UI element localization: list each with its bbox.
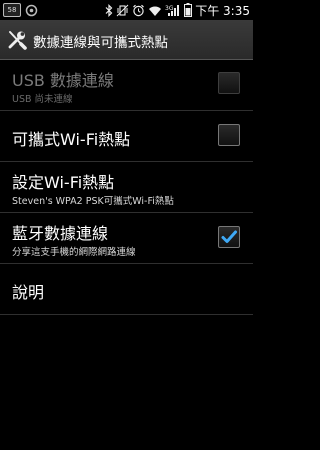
network-3g-icon: 3G (165, 4, 181, 17)
usb-tethering-checkbox (218, 72, 240, 94)
bluetooth-tethering-checkbox[interactable] (218, 226, 240, 248)
status-time: 下午 3:35 (195, 3, 250, 18)
battery-icon (184, 3, 193, 17)
usb-tethering-subtitle: USB 尚未連線 (12, 94, 73, 105)
list-item-bluetooth-tethering[interactable]: 藍牙數據連線 分享這支手機的網際網路連線 (0, 213, 253, 264)
list-item-hotspot-settings[interactable]: 設定Wi-Fi熱點 Steven's WPA2 PSK可攜式Wi-Fi熱點 (0, 162, 253, 213)
vibrate-icon (116, 4, 129, 17)
bluetooth-tethering-subtitle: 分享這支手機的網際網路連線 (12, 247, 136, 258)
sync-icon (25, 4, 38, 17)
page-title: 數據連線與可攜式熱點 (33, 35, 168, 51)
help-title: 說明 (12, 283, 45, 302)
title-bar: 數據連線與可攜式熱點 (0, 20, 253, 60)
hotspot-settings-subtitle: Steven's WPA2 PSK可攜式Wi-Fi熱點 (12, 196, 174, 207)
tools-icon (6, 29, 28, 55)
list-item-usb-tethering: USB 數據連線 USB 尚未連線 (0, 60, 253, 111)
list-item-portable-hotspot[interactable]: 可攜式Wi-Fi熱點 (0, 111, 253, 162)
usb-tethering-title: USB 數據連線 (12, 71, 114, 90)
settings-list: USB 數據連線 USB 尚未連線 可攜式Wi-Fi熱點 設定Wi-Fi熱點 S… (0, 60, 253, 315)
portable-hotspot-title: 可攜式Wi-Fi熱點 (12, 130, 131, 149)
bluetooth-icon (105, 3, 113, 17)
hotspot-settings-title: 設定Wi-Fi熱點 (12, 173, 115, 192)
notification-badge[interactable]: 58 (3, 3, 21, 17)
alarm-icon (132, 4, 145, 17)
portable-hotspot-checkbox[interactable] (218, 124, 240, 146)
check-mark-icon (221, 230, 237, 243)
status-bar: 58 3G 下午 3:35 (0, 0, 253, 20)
bluetooth-tethering-title: 藍牙數據連線 (12, 224, 109, 243)
wifi-icon (148, 4, 162, 17)
network-type-label: 3G (165, 5, 174, 12)
list-item-help[interactable]: 說明 (0, 264, 253, 315)
